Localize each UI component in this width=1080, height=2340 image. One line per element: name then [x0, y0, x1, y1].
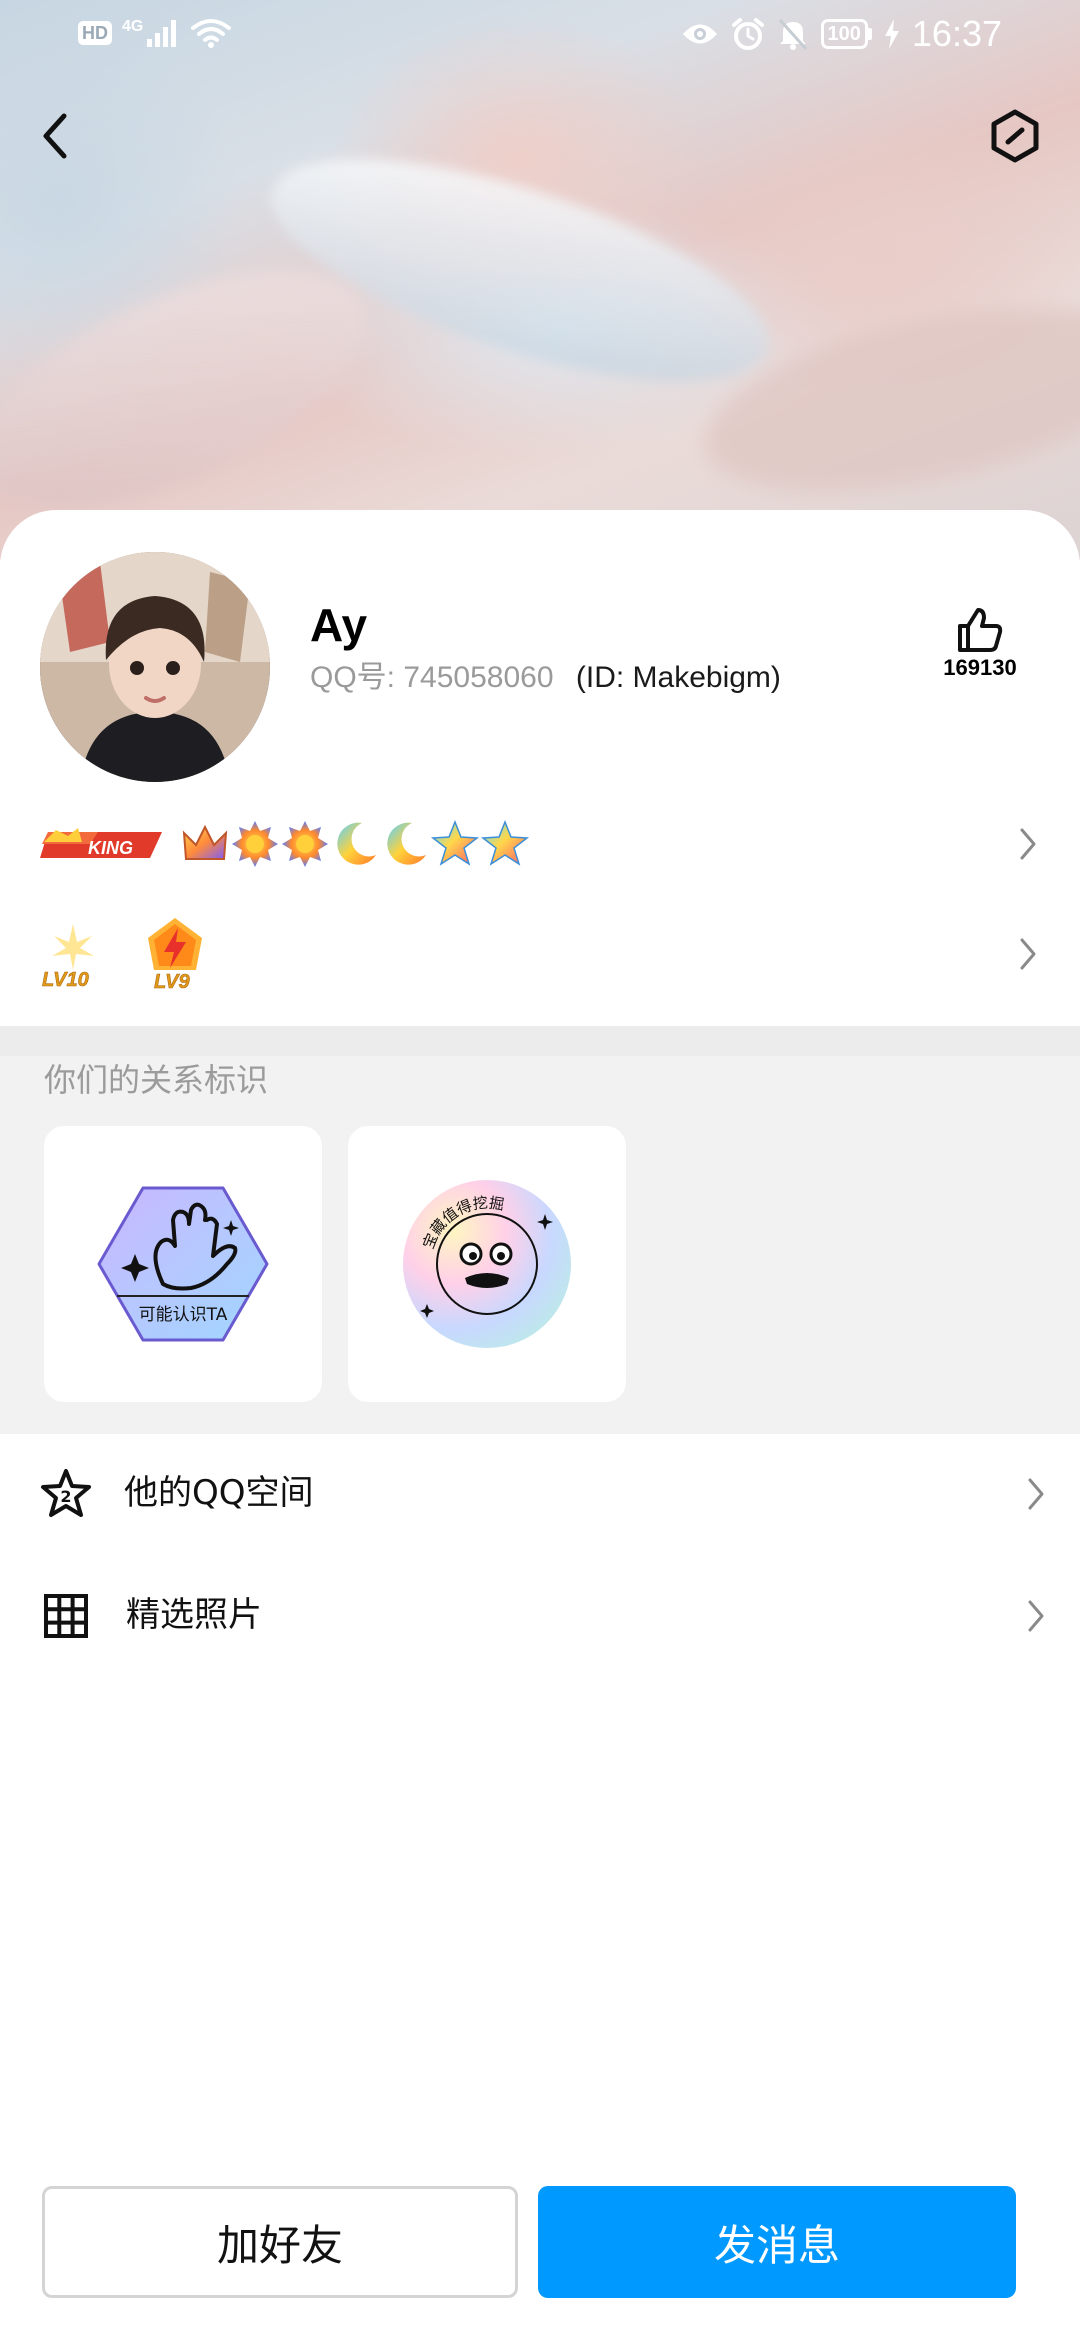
- moon-icon: [337, 822, 376, 865]
- status-left: HD 4G: [78, 18, 232, 48]
- battery-tip: [867, 28, 872, 40]
- hexagon-icon: [991, 109, 1039, 163]
- thumbs-up-icon: [958, 608, 1003, 652]
- photo-grid-icon: [44, 1594, 88, 1638]
- waving-hand-icon: 可能认识TA: [97, 1186, 269, 1342]
- sun-icon: [282, 821, 328, 867]
- chevron-right-icon: [1020, 938, 1036, 970]
- vip-icons: [180, 819, 530, 869]
- relation-card-treasure[interactable]: 宝藏值得挖掘: [348, 1126, 626, 1402]
- send-message-button[interactable]: 发消息: [538, 2186, 1016, 2298]
- chevron-right-icon: [1028, 1600, 1044, 1632]
- menu-item-qzone[interactable]: 2 他的QQ空间: [0, 1438, 1080, 1548]
- menu-item-photos[interactable]: 精选照片: [0, 1560, 1080, 1670]
- status-right: 100 16:37: [681, 14, 1002, 54]
- charging-icon: [884, 19, 899, 49]
- crown-icon: [182, 824, 228, 860]
- status-time: 16:37: [911, 13, 1002, 54]
- add-friend-button[interactable]: 加好友: [42, 2186, 518, 2298]
- star-icon: [430, 819, 480, 866]
- status-bar: HD 4G 100 16:37: [0, 0, 1080, 72]
- section-divider: [0, 1026, 1080, 1056]
- avatar-image: [40, 552, 270, 782]
- network-type: 4G: [122, 18, 144, 35]
- level-badge-lv10: LV10: [42, 924, 94, 991]
- level-label: LV9: [154, 971, 190, 993]
- battery-icon: 100: [820, 19, 872, 49]
- qzone-badge: 2: [60, 1487, 71, 1506]
- eye-icon: [682, 24, 717, 44]
- hd-badge: HD: [78, 21, 112, 45]
- relation-title: 你们的关系标识: [44, 1061, 269, 1099]
- vip-badge-row[interactable]: KING: [36, 804, 1046, 884]
- qq-label: QQ号:: [310, 661, 396, 694]
- level-badge-lv9: LV9: [148, 918, 202, 993]
- king-badge: KING: [40, 828, 162, 858]
- relation-card-label: 可能认识TA: [139, 1305, 228, 1325]
- chevron-right-icon: [1028, 1478, 1044, 1510]
- chevron-right-icon: [1020, 828, 1036, 860]
- alarm-icon: [731, 18, 764, 50]
- qq-info: QQ号: 745058060 (ID: Makebigm): [310, 658, 781, 698]
- back-arrow-icon: [43, 113, 67, 159]
- like-button[interactable]: 169130: [920, 606, 1040, 682]
- king-label: KING: [88, 838, 133, 858]
- menu-item-label: 他的QQ空间: [124, 1473, 314, 1513]
- level-badge-row[interactable]: LV10 LV9: [36, 914, 1046, 994]
- qq-number[interactable]: 745058060: [403, 661, 553, 694]
- level-label: LV10: [42, 969, 89, 991]
- back-button[interactable]: [30, 108, 80, 164]
- avatar[interactable]: [40, 552, 270, 782]
- qq-id[interactable]: (ID: Makebigm): [576, 661, 781, 694]
- moon-icon: [387, 822, 426, 865]
- likes-count: 169130: [943, 655, 1017, 680]
- mute-bell-icon: [778, 18, 807, 51]
- sun-icon: [232, 821, 278, 867]
- treasure-face-icon: 宝藏值得挖掘: [403, 1180, 571, 1348]
- relation-card-know[interactable]: 可能认识TA: [44, 1126, 322, 1402]
- nickname: Ay: [310, 599, 368, 651]
- profile-settings-button[interactable]: [986, 106, 1044, 166]
- menu-item-label: 精选照片: [126, 1595, 262, 1635]
- cover-photo[interactable]: [0, 0, 1080, 560]
- qzone-star-icon: 2: [41, 1469, 91, 1517]
- star-icon: [480, 819, 530, 866]
- signal-icon: [147, 20, 177, 47]
- battery-level: 100: [820, 19, 868, 49]
- wifi-icon: [191, 19, 232, 48]
